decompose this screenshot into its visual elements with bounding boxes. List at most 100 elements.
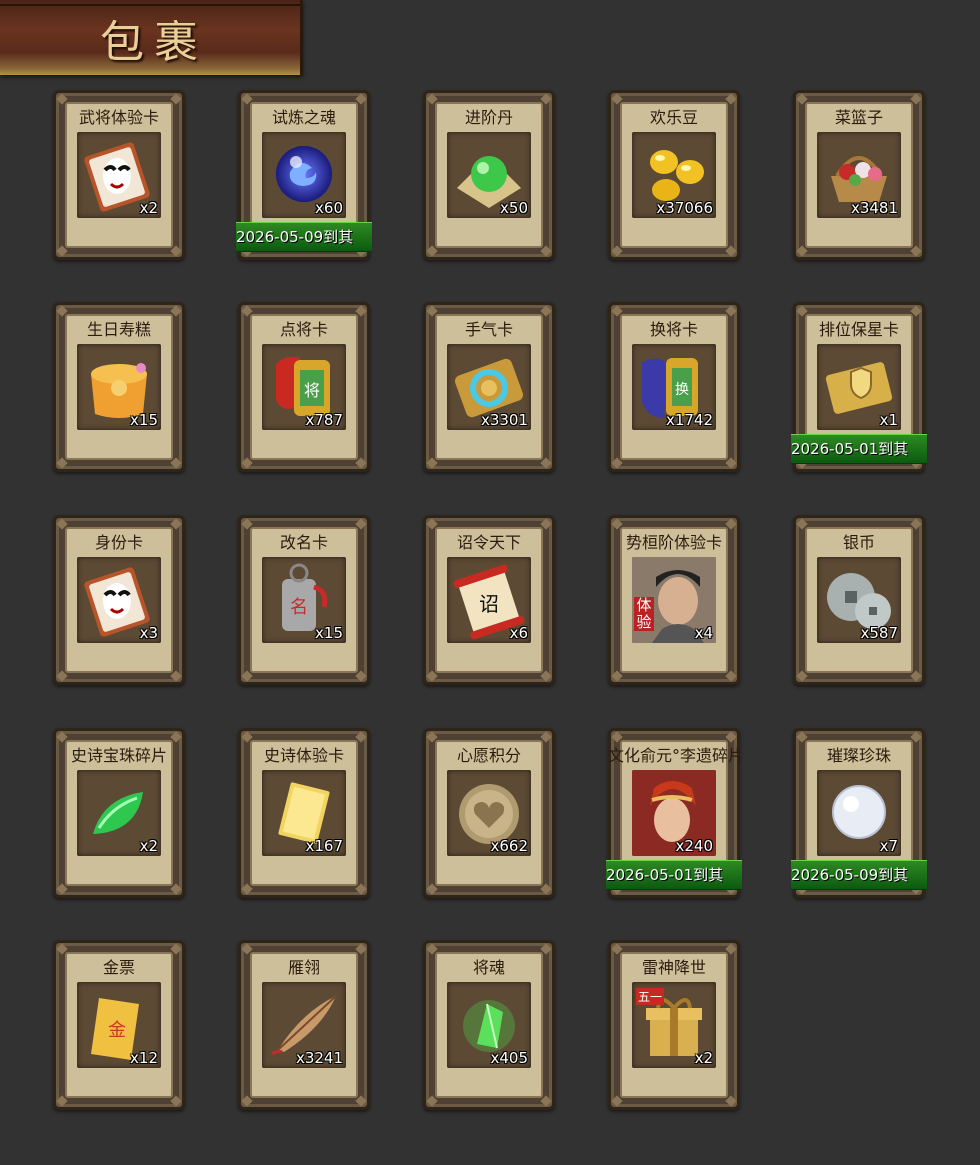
expiry-banner: 2026-05-01到其	[606, 860, 742, 890]
inventory-item[interactable]: 将魂 x405	[423, 940, 555, 1110]
svg-text:名: 名	[290, 597, 308, 618]
item-name: 银币	[842, 533, 875, 552]
item-count: x7	[879, 837, 898, 855]
inventory-item[interactable]: 改名卡 名 x15	[238, 515, 370, 685]
item-slot: x60	[262, 132, 346, 218]
item-name: 璀璨珍珠	[826, 746, 891, 765]
item-name: 欢乐豆	[649, 108, 698, 127]
inventory-item[interactable]: 排位保星卡 x1 2026-05-01到其	[791, 302, 927, 472]
item-slot: 金 x12	[77, 982, 161, 1068]
inventory-item[interactable]: 史诗宝珠碎片 x2	[53, 728, 185, 898]
item-name: 生日寿糕	[86, 320, 151, 339]
svg-text:将: 将	[304, 381, 320, 400]
item-slot: 五一 x2	[632, 982, 716, 1068]
inventory-item[interactable]: 文化俞元°李遗碎片 x240 2026-05-01到其	[606, 728, 742, 898]
item-name: 史诗体验卡	[263, 746, 344, 765]
item-name: 史诗宝珠碎片	[70, 746, 167, 765]
item-slot: x3	[77, 557, 161, 643]
item-count: x60	[315, 199, 343, 217]
item-count: x405	[490, 1049, 528, 1067]
item-count: x15	[130, 411, 158, 429]
inventory-item[interactable]: 银币 x587	[793, 515, 925, 685]
item-name: 排位保星卡	[818, 320, 899, 339]
item-count: x3	[139, 624, 158, 642]
item-slot: x3241	[262, 982, 346, 1068]
item-slot: x3481	[817, 132, 901, 218]
item-name: 金票	[102, 958, 135, 977]
item-count: x4	[694, 624, 713, 642]
item-count: x1742	[665, 411, 713, 429]
inventory-item[interactable]: 诏令天下 诏 x6	[423, 515, 555, 685]
inventory-item[interactable]: 史诗体验卡 x167	[238, 728, 370, 898]
item-name: 诏令天下	[456, 533, 521, 552]
item-slot: x587	[817, 557, 901, 643]
item-name: 试炼之魂	[271, 108, 336, 127]
item-name: 换将卡	[649, 320, 698, 339]
item-name: 武将体验卡	[78, 108, 159, 127]
item-count: x3241	[295, 1049, 343, 1067]
item-count: x662	[490, 837, 528, 855]
inventory-item[interactable]: 进阶丹 x50	[423, 90, 555, 260]
item-name: 点将卡	[279, 320, 328, 339]
inventory-item[interactable]: 武将体验卡 x2	[53, 90, 185, 260]
item-name: 势桓阶体验卡	[625, 533, 722, 552]
inventory-item[interactable]: 点将卡 将 x787	[238, 302, 370, 472]
inventory-item[interactable]: 雁翎 x3241	[238, 940, 370, 1110]
item-count: x787	[305, 411, 343, 429]
inventory-item[interactable]: 金票 金 x12	[53, 940, 185, 1110]
item-name: 进阶丹	[464, 108, 513, 127]
item-slot: x2	[77, 132, 161, 218]
bag-header: 包裹	[0, 0, 303, 75]
item-name: 改名卡	[279, 533, 328, 552]
item-slot: 将 x787	[262, 344, 346, 430]
expiry-banner: 2026-05-09到其	[791, 860, 927, 890]
inventory-item[interactable]: 雷神降世 五一 x2	[608, 940, 740, 1110]
inventory-item[interactable]: 菜篮子 x3481	[793, 90, 925, 260]
item-count: x3481	[850, 199, 898, 217]
inventory-item[interactable]: 身份卡 x3	[53, 515, 185, 685]
item-slot: 体验 x4	[632, 557, 716, 643]
inventory-item[interactable]: 试炼之魂 x60 2026-05-09到其	[236, 90, 372, 260]
item-name: 将魂	[472, 958, 505, 977]
item-name: 雁翎	[287, 958, 320, 977]
item-count: x240	[675, 837, 713, 855]
item-slot: x7	[817, 770, 901, 856]
inventory-item[interactable]: 心愿积分 x662	[423, 728, 555, 898]
item-name: 文化俞元°李遗碎片	[608, 746, 740, 765]
item-count: x3301	[480, 411, 528, 429]
item-count: x2	[694, 1049, 713, 1067]
item-slot: x15	[77, 344, 161, 430]
expiry-banner: 2026-05-09到其	[236, 222, 372, 252]
item-slot: x3301	[447, 344, 531, 430]
svg-text:金: 金	[108, 1020, 126, 1041]
item-slot: 诏 x6	[447, 557, 531, 643]
item-slot: x50	[447, 132, 531, 218]
item-slot: x167	[262, 770, 346, 856]
item-slot: x662	[447, 770, 531, 856]
inventory-item[interactable]: 换将卡 换 x1742	[608, 302, 740, 472]
svg-text:诏: 诏	[479, 592, 499, 616]
inventory-item[interactable]: 势桓阶体验卡 体验 x4	[608, 515, 740, 685]
item-slot: x2	[77, 770, 161, 856]
item-name: 手气卡	[464, 320, 513, 339]
expiry-banner: 2026-05-01到其	[791, 434, 927, 464]
item-count: x37066	[656, 199, 713, 217]
item-count: x2	[139, 199, 158, 217]
item-count: x50	[500, 199, 528, 217]
item-name: 菜篮子	[834, 108, 883, 127]
item-count: x587	[860, 624, 898, 642]
item-count: x2	[139, 837, 158, 855]
item-name: 心愿积分	[456, 746, 521, 765]
item-name: 身份卡	[94, 533, 143, 552]
item-slot: x37066	[632, 132, 716, 218]
item-count: x167	[305, 837, 343, 855]
inventory-item[interactable]: 生日寿糕 x15	[53, 302, 185, 472]
inventory-item[interactable]: 手气卡 x3301	[423, 302, 555, 472]
item-slot: x240	[632, 770, 716, 856]
trial-badge: 体验	[634, 597, 654, 631]
item-slot: 名 x15	[262, 557, 346, 643]
svg-text:换: 换	[675, 381, 689, 398]
inventory-item[interactable]: 璀璨珍珠 x7 2026-05-09到其	[791, 728, 927, 898]
item-slot: x1	[817, 344, 901, 430]
inventory-item[interactable]: 欢乐豆 x37066	[608, 90, 740, 260]
